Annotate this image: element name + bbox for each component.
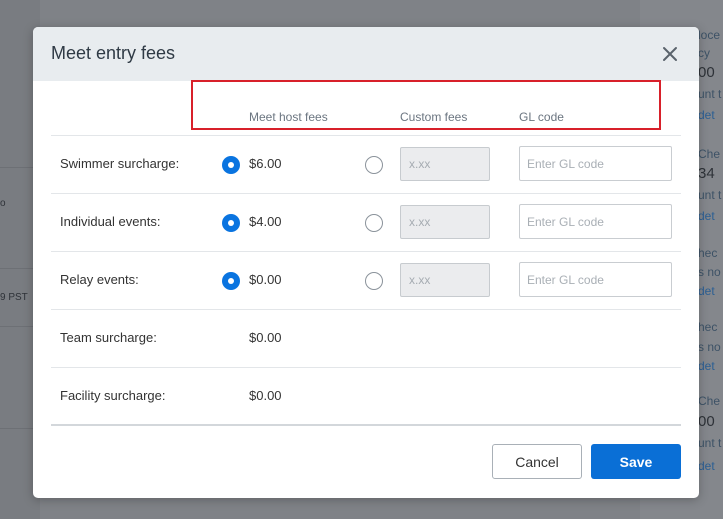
amount-team-surcharge: $0.00 xyxy=(249,330,282,345)
row-label-individual-events: Individual events: xyxy=(60,214,161,229)
background-text: Che xyxy=(698,147,721,161)
background-link[interactable]: det xyxy=(698,459,715,473)
custom-fee-input-swimmer-surcharge[interactable] xyxy=(400,147,490,181)
column-header-meet-host-fees: Meet host fees xyxy=(249,110,328,124)
radio-meet-host-fee-swimmer-surcharge[interactable] xyxy=(222,156,240,174)
table-bottom-divider xyxy=(51,424,681,426)
modal-title: Meet entry fees xyxy=(51,43,176,63)
column-header-gl-code: GL code xyxy=(519,110,564,124)
background-text: cy xyxy=(698,46,710,60)
background-text: hec xyxy=(698,320,718,334)
background-text: 00 xyxy=(698,64,715,81)
row-divider xyxy=(51,309,681,310)
background-text: s no xyxy=(698,265,721,279)
save-button[interactable]: Save xyxy=(591,444,681,479)
background-text: s no xyxy=(698,340,721,354)
amount-facility-surcharge: $0.00 xyxy=(249,388,282,403)
modal-header: Meet entry fees xyxy=(33,27,699,81)
background-link[interactable]: det xyxy=(698,284,715,298)
background-link[interactable]: det xyxy=(698,108,715,122)
amount-relay-events: $0.00 xyxy=(249,272,282,287)
background-text: hec xyxy=(698,246,718,260)
row-label-team-surcharge: Team surcharge: xyxy=(60,330,157,345)
radio-custom-fee-individual-events[interactable] xyxy=(365,214,383,232)
row-divider xyxy=(51,367,681,368)
background-text: 34 xyxy=(698,165,715,182)
row-divider xyxy=(51,251,681,252)
row-label-facility-surcharge: Facility surcharge: xyxy=(60,388,166,403)
background-text: unt t xyxy=(698,188,722,202)
background-text: o xyxy=(0,198,6,209)
row-label-swimmer-surcharge: Swimmer surcharge: xyxy=(60,156,180,171)
background-text: loce xyxy=(698,28,721,42)
cancel-button[interactable]: Cancel xyxy=(492,444,582,479)
background-text: unt t xyxy=(698,436,722,450)
background-text: 00 xyxy=(698,413,715,430)
amount-individual-events: $4.00 xyxy=(249,214,282,229)
row-divider xyxy=(51,193,681,194)
row-divider xyxy=(51,135,681,136)
radio-custom-fee-swimmer-surcharge[interactable] xyxy=(365,156,383,174)
radio-custom-fee-relay-events[interactable] xyxy=(365,272,383,290)
background-link[interactable]: det xyxy=(698,209,715,223)
row-label-relay-events: Relay events: xyxy=(60,272,139,287)
gl-code-input-relay-events[interactable] xyxy=(519,262,672,297)
close-button[interactable] xyxy=(661,45,679,63)
background-link[interactable]: det xyxy=(698,359,715,373)
background-text: Che xyxy=(698,394,721,408)
column-header-custom-fees: Custom fees xyxy=(400,110,468,124)
radio-meet-host-fee-relay-events[interactable] xyxy=(222,272,240,290)
gl-code-input-swimmer-surcharge[interactable] xyxy=(519,146,672,181)
background-text: unt t xyxy=(698,87,722,101)
background-text: 9 PST xyxy=(0,292,28,303)
amount-swimmer-surcharge: $6.00 xyxy=(249,156,282,171)
close-icon xyxy=(663,47,677,61)
custom-fee-input-individual-events[interactable] xyxy=(400,205,490,239)
radio-meet-host-fee-individual-events[interactable] xyxy=(222,214,240,232)
gl-code-input-individual-events[interactable] xyxy=(519,204,672,239)
meet-entry-fees-modal: Meet entry fees Meet host fees Custom fe… xyxy=(33,27,699,498)
custom-fee-input-relay-events[interactable] xyxy=(400,263,490,297)
